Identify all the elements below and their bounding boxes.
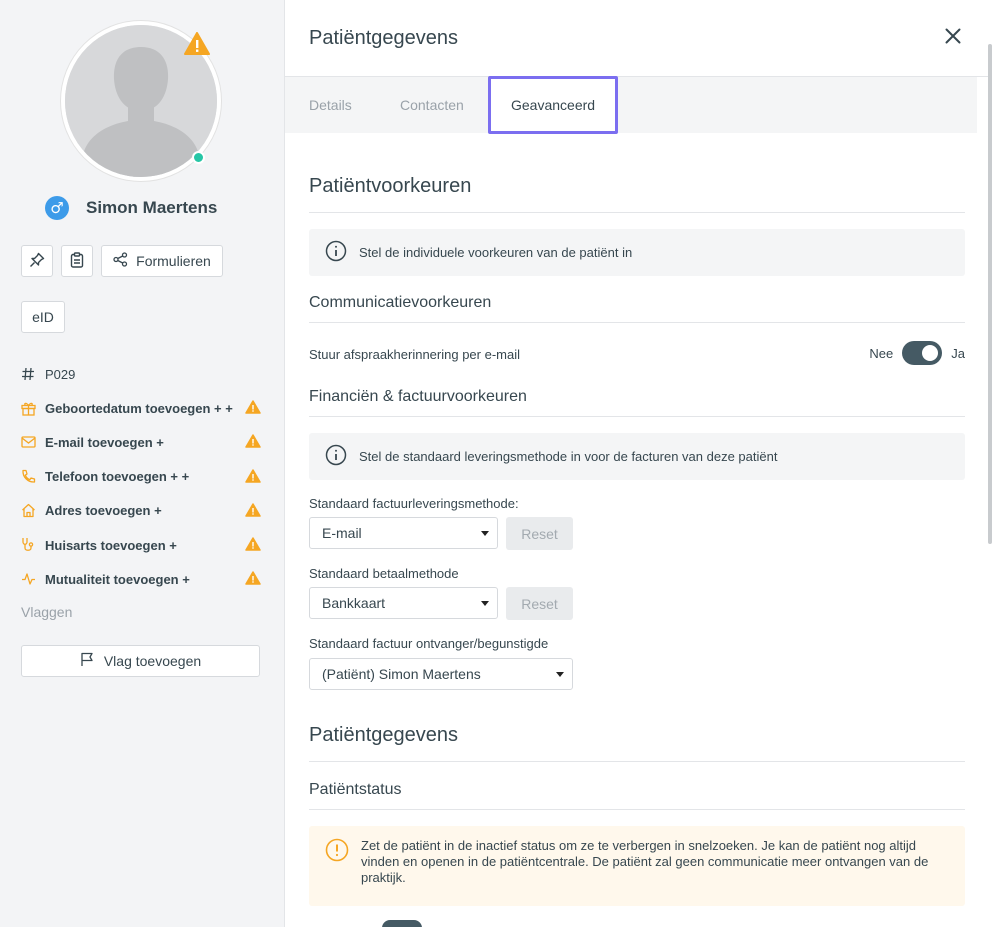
add-gp-link: Huisarts toevoegen + — [45, 537, 177, 553]
list-item[interactable]: Adres toevoegen + — [21, 494, 263, 528]
patient-status-title: Patiëntstatus — [309, 781, 402, 798]
payment-method-label: Standaard betaalmethode — [309, 566, 459, 581]
online-status-dot — [192, 151, 205, 164]
phone-icon — [21, 469, 45, 484]
delivery-method-label: Standaard factuurleveringsmethode: — [309, 496, 519, 511]
divider — [309, 322, 965, 323]
hash-icon — [21, 367, 45, 381]
list-item[interactable]: Huisarts toevoegen + — [21, 528, 263, 562]
finance-title: Financiën & factuurvoorkeuren — [309, 388, 527, 405]
divider — [309, 761, 965, 762]
payment-method-select[interactable]: Bankkaart — [309, 587, 498, 619]
status-toggle[interactable] — [382, 920, 422, 927]
chevron-down-icon — [481, 531, 489, 536]
add-flag-button[interactable]: Vlag toevoegen — [21, 645, 260, 677]
recipient-value: (Patiënt) Simon Maertens — [322, 666, 481, 682]
avatar-container — [61, 21, 221, 181]
clipboard-icon — [70, 251, 84, 271]
tab-contacts[interactable]: Contacten — [400, 77, 464, 133]
warning-icon — [245, 537, 261, 554]
reminder-toggle-group: Nee Ja — [869, 341, 965, 365]
tab-bar: Details Contacten Geavanceerd — [285, 76, 977, 134]
finance-info-box: Stel de standaard leveringsmethode in vo… — [309, 433, 965, 480]
mail-icon — [21, 436, 45, 449]
close-icon — [945, 28, 961, 49]
warning-icon — [245, 468, 261, 486]
divider — [309, 212, 965, 213]
list-item[interactable]: Mutualiteit toevoegen + — [21, 562, 263, 596]
patient-sidebar: ♂ Simon Maertens Formulieren eID P029 Ge — [0, 0, 285, 927]
panel-title: Patiëntgegevens — [309, 27, 459, 49]
reminder-toggle[interactable] — [902, 341, 943, 365]
close-button[interactable] — [941, 26, 965, 50]
tab-advanced[interactable]: Geavanceerd — [488, 76, 619, 134]
patient-info-list: P029 Geboortedatum toevoegen + + E-mail … — [21, 357, 263, 596]
stethoscope-icon — [21, 537, 45, 553]
patient-id-row: P029 — [21, 357, 263, 391]
pulse-icon — [21, 572, 45, 586]
flags-label: Vlaggen — [21, 604, 73, 620]
toggle-yes-label: Ja — [951, 345, 965, 361]
gift-icon — [21, 401, 45, 416]
share-icon — [113, 252, 128, 270]
add-email-link: E-mail toevoegen + — [45, 434, 164, 450]
delivery-method-value: E-mail — [322, 525, 362, 541]
status-warning-box: Zet de patiënt in de inactief status om … — [309, 826, 965, 906]
add-address-link: Adres toevoegen + — [45, 503, 162, 519]
forms-button-label: Formulieren — [136, 253, 211, 269]
alert-circle-icon — [325, 838, 349, 866]
warning-icon — [245, 503, 261, 520]
male-gender-icon: ♂ — [45, 196, 69, 220]
patient-data-title: Patiëntgegevens — [309, 724, 459, 746]
panel-header: Patiëntgegevens — [285, 0, 992, 77]
pin-icon — [29, 252, 45, 271]
pin-button[interactable] — [21, 245, 53, 277]
finance-info-text: Stel de standaard leveringsmethode in vo… — [359, 449, 778, 464]
add-birthdate-link: Geboortedatum toevoegen + + — [45, 400, 233, 416]
tab-details[interactable]: Details — [309, 77, 352, 133]
chevron-down-icon — [481, 601, 489, 606]
add-flag-label: Vlag toevoegen — [103, 653, 202, 669]
reset-delivery-button[interactable]: Reset — [506, 517, 573, 550]
toggle-no-label: Nee — [869, 345, 894, 361]
divider — [309, 809, 965, 810]
warning-icon — [245, 571, 261, 588]
status-warning-text: Zet de patiënt in de inactief status om … — [361, 838, 929, 885]
divider — [309, 416, 965, 417]
info-icon — [325, 240, 347, 265]
patient-id: P029 — [45, 366, 76, 382]
warning-icon — [245, 434, 261, 451]
add-phone-link: Telefoon toevoegen + + — [45, 469, 190, 485]
avatar-warning-icon — [184, 32, 210, 60]
preferences-info-text: Stel de individuele voorkeuren van de pa… — [359, 245, 633, 260]
list-item[interactable]: E-mail toevoegen + — [21, 425, 263, 459]
delivery-method-select[interactable]: E-mail — [309, 517, 498, 549]
list-item[interactable]: Telefoon toevoegen + + — [21, 460, 263, 494]
patient-details-panel: Patiëntgegevens Details Contacten Geavan… — [285, 0, 992, 927]
warning-icon — [245, 400, 261, 417]
flag-icon — [80, 652, 94, 670]
preferences-title: Patiëntvoorkeuren — [309, 175, 472, 197]
patient-name-row: ♂ Simon Maertens — [45, 196, 217, 220]
reminder-label: Stuur afspraakherinnering per e-mail — [309, 347, 520, 362]
forms-button[interactable]: Formulieren — [101, 245, 223, 277]
eid-button[interactable]: eID — [21, 301, 65, 333]
recipient-select[interactable]: (Patiënt) Simon Maertens — [309, 658, 573, 690]
info-icon — [325, 444, 347, 469]
list-item[interactable]: Geboortedatum toevoegen + + — [21, 391, 263, 425]
recipient-label: Standaard factuur ontvanger/begunstigde — [309, 636, 549, 651]
home-icon — [21, 503, 45, 518]
payment-method-value: Bankkaart — [322, 595, 386, 611]
chevron-down-icon — [556, 672, 564, 677]
communication-title: Communicatievoorkeuren — [309, 294, 492, 311]
patient-name: Simon Maertens — [86, 198, 218, 217]
add-insurance-link: Mutualiteit toevoegen + — [45, 571, 190, 587]
preferences-info-box: Stel de individuele voorkeuren van de pa… — [309, 229, 965, 276]
clipboard-button[interactable] — [61, 245, 93, 277]
reset-payment-button[interactable]: Reset — [506, 587, 573, 620]
scrollbar[interactable] — [988, 44, 992, 544]
